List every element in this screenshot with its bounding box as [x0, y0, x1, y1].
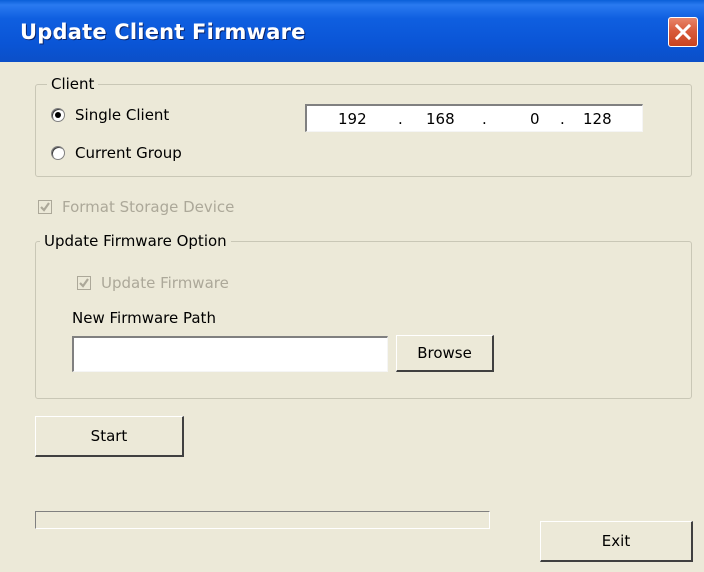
- format-storage-label: Format Storage Device: [62, 198, 235, 216]
- single-client-radio-dot[interactable]: [51, 108, 65, 122]
- browse-button[interactable]: Browse: [396, 335, 494, 372]
- close-button[interactable]: [668, 17, 698, 47]
- ip-separator-2: .: [482, 110, 487, 128]
- current-group-label: Current Group: [75, 144, 182, 162]
- update-firmware-checkbox[interactable]: Update Firmware: [77, 274, 229, 292]
- client-group-legend: Client: [47, 75, 99, 93]
- dialog-window: Update Client Firmware Client Single Cli…: [0, 0, 704, 572]
- firmware-path-input[interactable]: [72, 336, 388, 372]
- format-storage-check-box[interactable]: [38, 200, 52, 214]
- ip-octet-2[interactable]: 168: [426, 110, 455, 128]
- firmware-path-label: New Firmware Path: [72, 309, 216, 327]
- ip-octet-3[interactable]: 0: [530, 110, 540, 128]
- single-client-label: Single Client: [75, 106, 170, 124]
- close-icon: [674, 23, 692, 41]
- update-firmware-check-box[interactable]: [77, 276, 91, 290]
- firmware-group-legend: Update Firmware Option: [40, 232, 231, 250]
- ip-octet-4[interactable]: 128: [583, 110, 612, 128]
- update-firmware-label: Update Firmware: [101, 274, 229, 292]
- ip-octet-1[interactable]: 192: [338, 110, 367, 128]
- ip-address-field[interactable]: 192 . 168 . 0 . 128: [305, 104, 643, 132]
- window-title: Update Client Firmware: [20, 20, 306, 44]
- current-group-radio-dot[interactable]: [51, 146, 65, 160]
- exit-button[interactable]: Exit: [540, 521, 693, 562]
- check-icon: [40, 202, 50, 212]
- format-storage-checkbox[interactable]: Format Storage Device: [38, 198, 234, 216]
- check-icon: [79, 278, 89, 288]
- current-group-radio[interactable]: Current Group: [51, 144, 182, 162]
- start-button[interactable]: Start: [35, 416, 184, 457]
- progress-bar: [35, 511, 490, 529]
- ip-separator-1: .: [398, 110, 403, 128]
- title-bar[interactable]: Update Client Firmware: [0, 0, 704, 62]
- single-client-radio[interactable]: Single Client: [51, 106, 169, 124]
- ip-separator-3: .: [560, 110, 565, 128]
